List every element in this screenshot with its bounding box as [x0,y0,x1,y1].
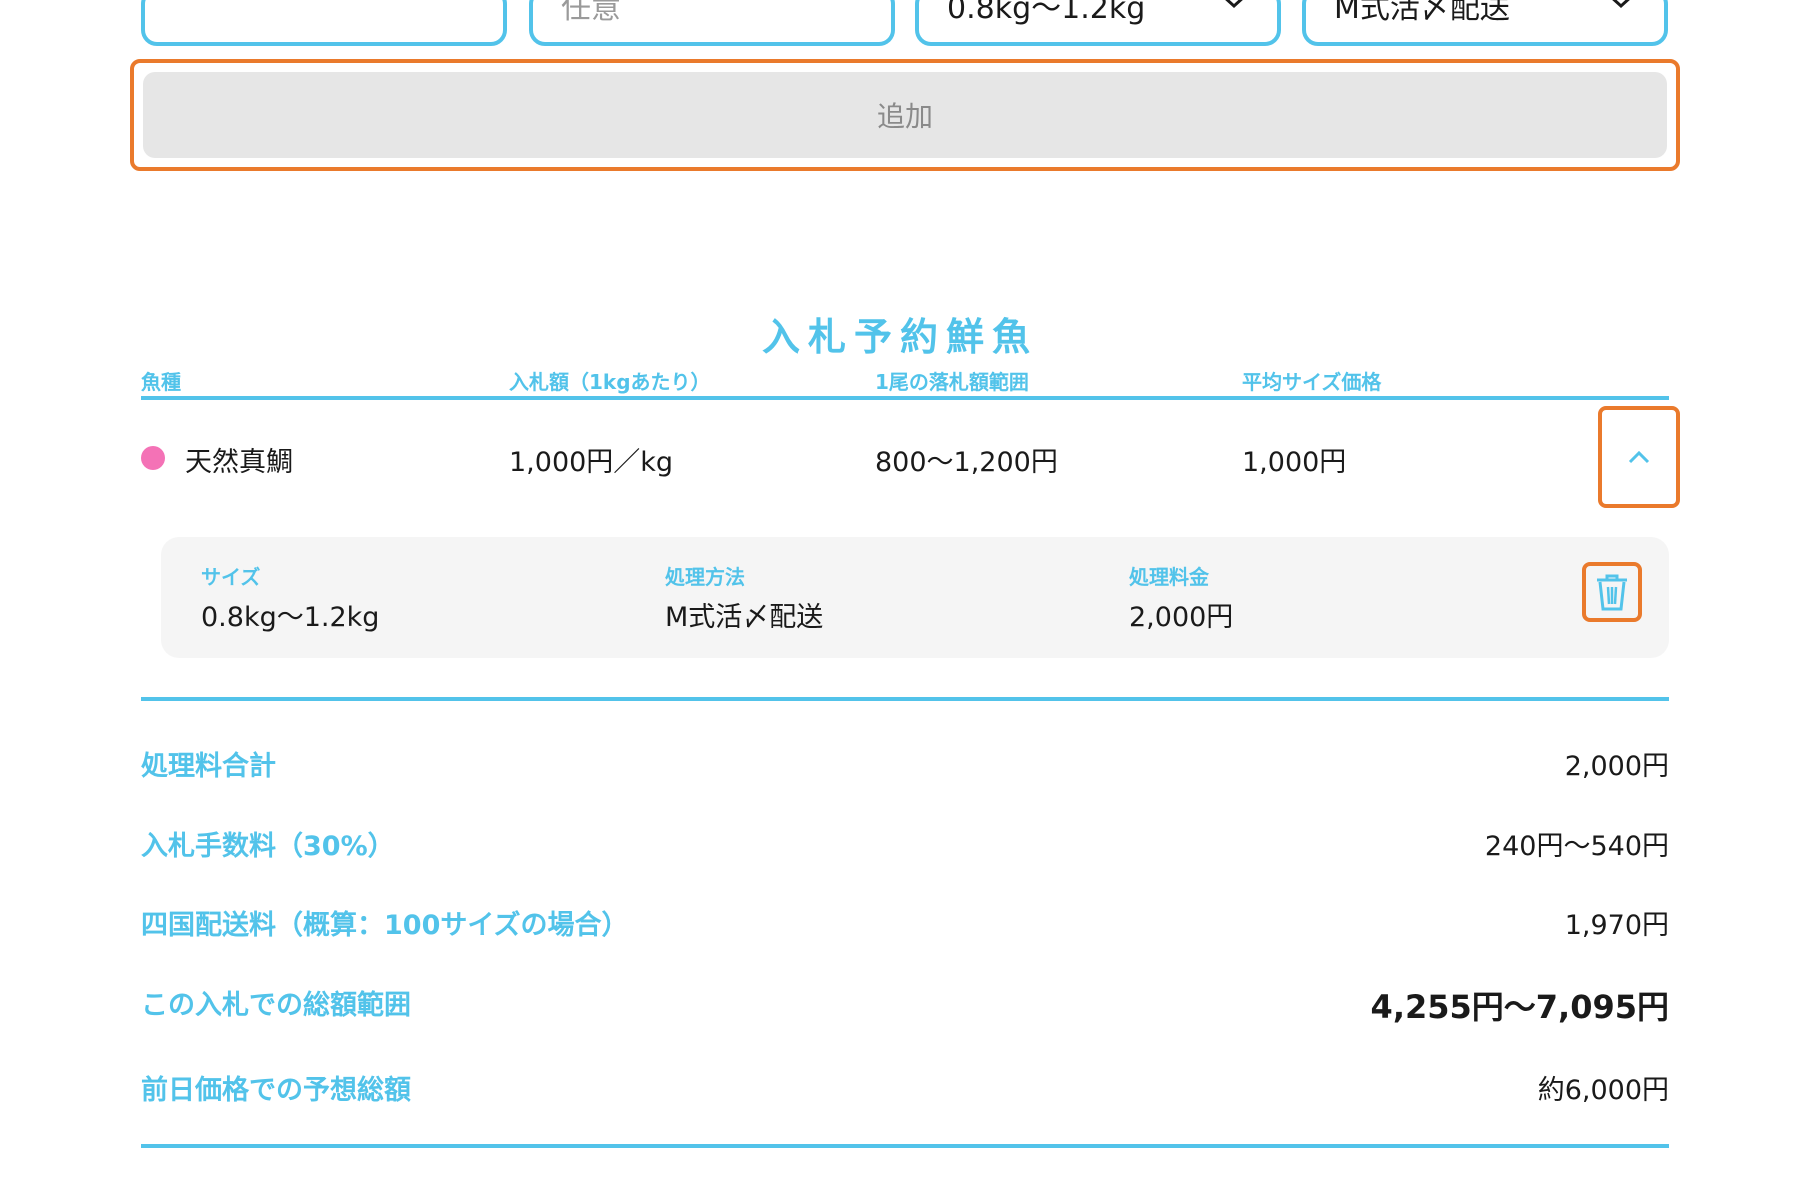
size-value: 0.8kg〜1.2kg [201,602,380,633]
bid-amount: 1,000円／kg [509,447,674,478]
summary-label-shipping: 四国配送料（概算：100サイズの場合） [141,910,629,941]
note-field[interactable]: 任意 [529,0,895,46]
delete-button[interactable] [1582,562,1642,622]
bid-range: 800〜1,200円 [875,447,1058,478]
summary-value-total-range: 4,255円〜7,095円 [1370,988,1669,1026]
collapse-button[interactable] [1598,406,1680,508]
chevron-down-icon [1612,0,1630,9]
size-label: サイズ [201,565,261,589]
summary-value-bid-fee: 240円〜540円 [1484,831,1669,862]
table-row: 天然真鯛 1,000円／kg 800〜1,200円 1,000円 [141,420,1681,500]
bid-reservation-page: 任意 0.8kg〜1.2kg M式活〆配送 追加 入札予約鮮魚 魚種 入札額（1… [0,0,1800,1184]
summary-value-estimated-total: 約6,000円 [1537,1075,1669,1106]
trash-icon [1597,574,1627,611]
summary-label-bid-fee: 入札手数料（30%） [141,831,395,862]
header-avg-price: 平均サイズ価格 [1242,370,1382,394]
avg-price: 1,000円 [1242,447,1347,478]
chevron-down-icon [1225,0,1243,9]
detail-card: サイズ 0.8kg〜1.2kg 処理方法 M式活〆配送 処理料金 2,000円 [161,537,1669,658]
section-title: 入札予約鮮魚 [761,315,1038,359]
method-value: M式活〆配送 [665,602,824,633]
summary-label-estimated-total: 前日価格での予想総額 [141,1075,411,1106]
add-button-highlight: 追加 [130,59,1680,171]
header-fish: 魚種 [141,370,181,394]
add-button[interactable]: 追加 [143,72,1667,158]
method-label: 処理方法 [665,565,745,589]
header-range: 1尾の落札額範囲 [875,370,1029,394]
divider [141,697,1669,701]
method-select[interactable]: M式活〆配送 [1302,0,1668,46]
header-bid: 入札額（1kgあたり） [509,370,711,394]
method-select-value: M式活〆配送 [1334,0,1510,26]
summary-label-processing-total: 処理料合計 [141,751,276,782]
chevron-up-icon [1628,450,1650,464]
summary-value-processing-total: 2,000円 [1564,751,1669,782]
fee-value: 2,000円 [1129,602,1234,633]
fee-label: 処理料金 [1129,565,1209,589]
note-placeholder: 任意 [561,0,621,26]
size-select[interactable]: 0.8kg〜1.2kg [915,0,1281,46]
size-select-value: 0.8kg〜1.2kg [947,0,1146,26]
divider [141,1144,1669,1148]
summary-label-total-range: この入札での総額範囲 [141,990,411,1021]
fish-color-dot [141,446,165,470]
fish-name-field[interactable] [141,0,507,46]
summary-value-shipping: 1,970円 [1564,910,1669,941]
fish-name: 天然真鯛 [185,447,293,478]
table-header: 魚種 入札額（1kgあたり） 1尾の落札額範囲 平均サイズ価格 [141,364,1669,400]
